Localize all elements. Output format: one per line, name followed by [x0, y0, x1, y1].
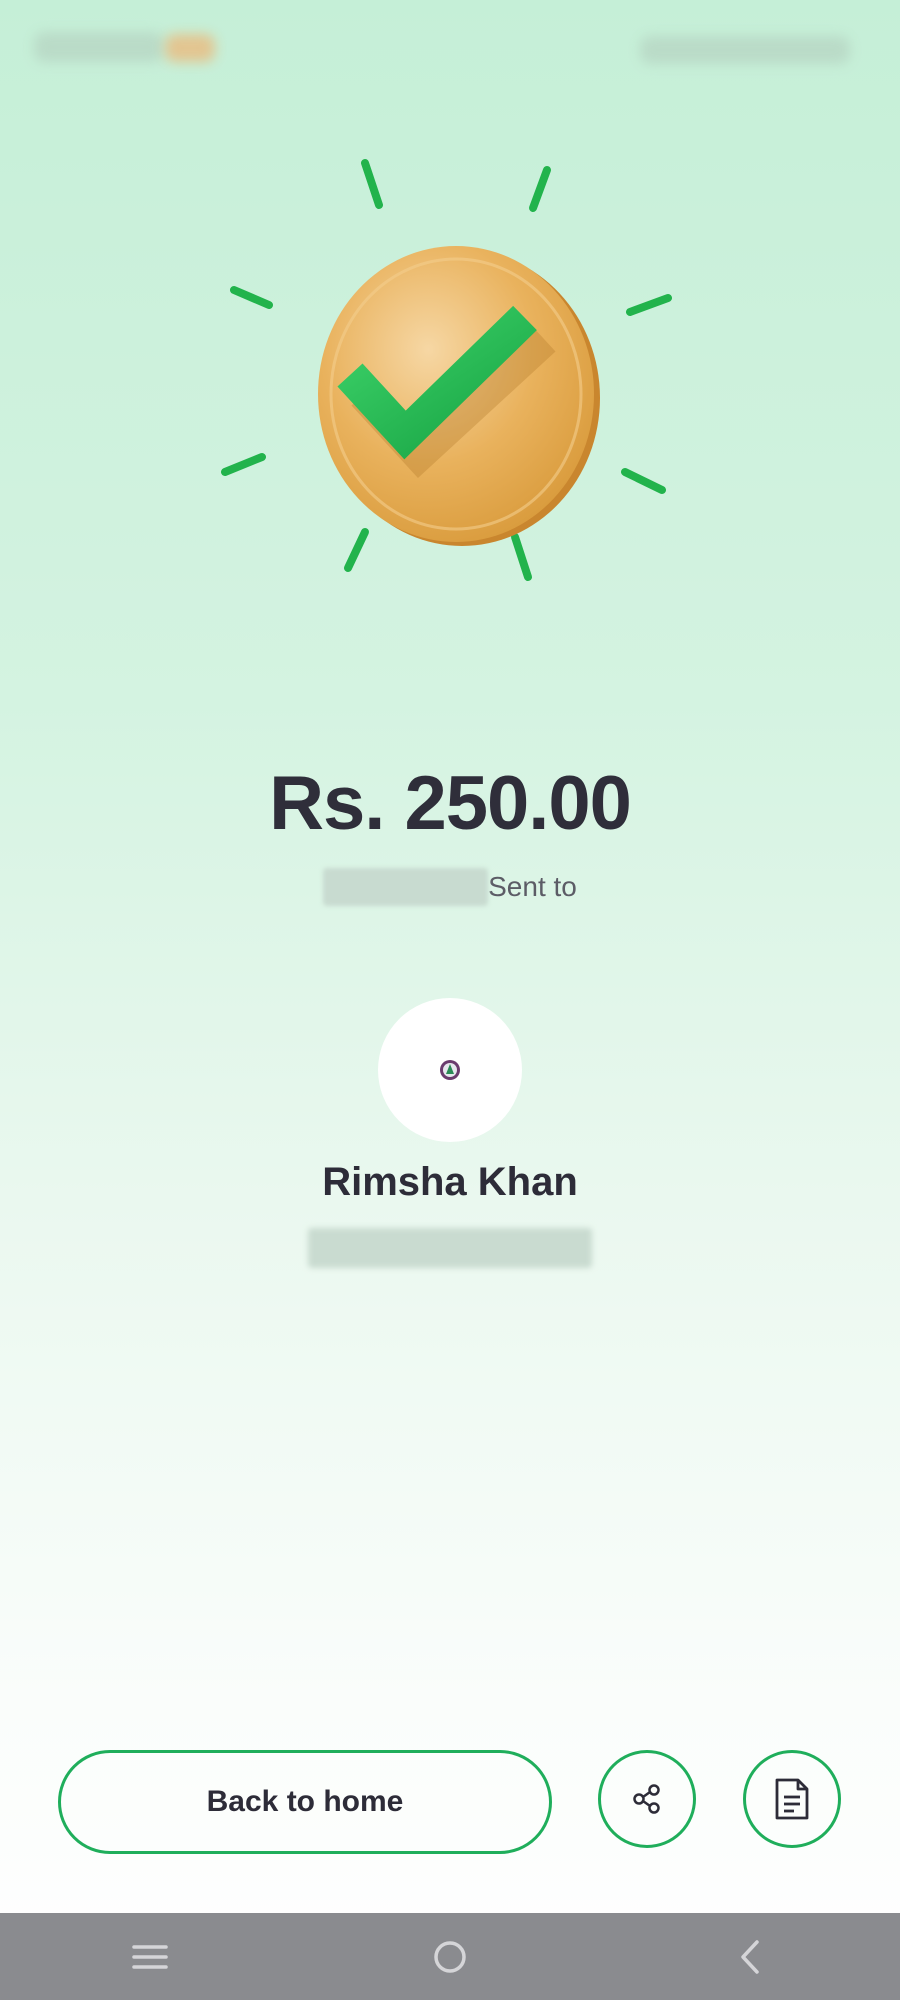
share-icon	[633, 1784, 660, 1814]
back-to-home-button[interactable]: Back to home	[58, 1750, 552, 1854]
back-nav-button[interactable]	[710, 1927, 790, 1987]
recipient-logo-icon	[440, 1060, 460, 1080]
payment-amount: Rs. 250.00	[269, 761, 632, 846]
share-button[interactable]	[598, 1750, 696, 1848]
receipt-icon	[775, 1778, 809, 1820]
status-bar-right-redacted	[640, 36, 850, 64]
sent-to-label: Sent to	[488, 871, 577, 902]
sent-to-row: Sent to	[0, 868, 900, 906]
recipient-account-redacted	[308, 1228, 592, 1268]
system-navigation-bar	[0, 1913, 900, 2000]
redacted-text	[323, 868, 489, 906]
success-coin-icon	[221, 159, 672, 581]
status-bar-left-redacted	[34, 32, 164, 62]
menu-icon	[132, 1944, 168, 1969]
recipient-avatar	[378, 998, 522, 1142]
receipt-button[interactable]	[743, 1750, 841, 1848]
status-bar-notification-redacted	[165, 34, 215, 62]
recent-apps-button[interactable]	[110, 1927, 190, 1987]
home-nav-button[interactable]	[410, 1927, 490, 1987]
back-chevron-icon	[741, 1939, 759, 1974]
recipient-name: Rimsha Khan	[322, 1160, 578, 1204]
home-circle-icon	[434, 1940, 466, 1973]
